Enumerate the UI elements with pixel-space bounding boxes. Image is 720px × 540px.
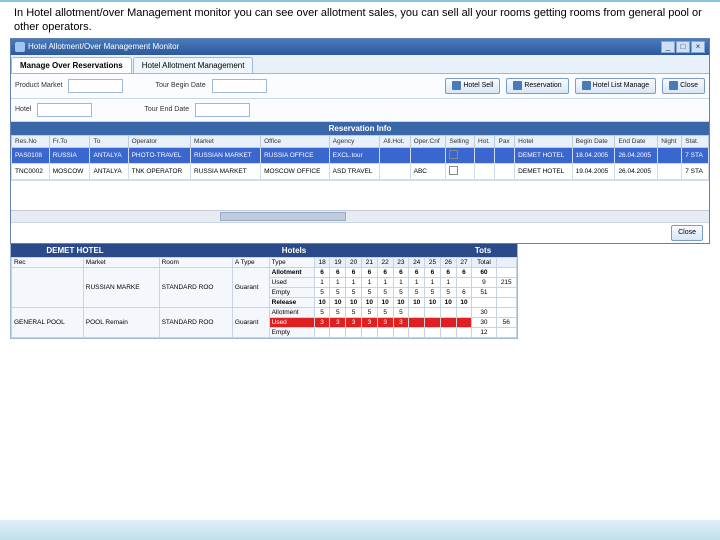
reservation-button[interactable]: Reservation	[506, 78, 568, 94]
res-cell[interactable]	[380, 163, 410, 179]
res-col[interactable]: Selling	[446, 135, 475, 147]
res-cell[interactable]: ANTALYA	[90, 147, 128, 163]
res-col[interactable]: Agency	[329, 135, 380, 147]
slide-footer	[0, 520, 720, 540]
window-buttons: _ □ ×	[661, 41, 705, 53]
res-cell[interactable]: TNC0002	[12, 163, 50, 179]
res-cell[interactable]	[446, 147, 475, 163]
input-tour-begin[interactable]	[212, 79, 267, 93]
res-cell[interactable]	[658, 147, 682, 163]
res-cell[interactable]: RUSSIA OFFICE	[261, 147, 330, 163]
res-cell[interactable]	[380, 147, 410, 163]
hotel-name-label: DEMET HOTEL	[15, 246, 135, 255]
res-col[interactable]: Hot.	[475, 135, 495, 147]
res-cell[interactable]: ANTALYA	[90, 163, 128, 179]
label-tour-begin: Tour Begin Date	[155, 82, 205, 89]
footer-bar: Close	[11, 222, 709, 243]
h-scrollbar[interactable]	[11, 210, 709, 222]
res-cell[interactable]	[410, 147, 446, 163]
label-tour-end: Tour End Date	[144, 106, 189, 113]
reservation-info-header: Reservation Info	[11, 122, 709, 135]
res-cell[interactable]: MOSCOW OFFICE	[261, 163, 330, 179]
res-cell[interactable]: TNK OPERATOR	[128, 163, 190, 179]
maximize-button[interactable]: □	[676, 41, 690, 53]
sell-icon	[452, 81, 461, 90]
res-cell[interactable]: 19.04.2005	[572, 163, 615, 179]
close-button[interactable]: ×	[691, 41, 705, 53]
res-cell[interactable]	[446, 163, 475, 179]
res-cell[interactable]: 18.04.2005	[572, 147, 615, 163]
input-tour-end[interactable]	[195, 103, 250, 117]
res-col[interactable]: Fr.To	[49, 135, 90, 147]
res-col[interactable]: Night	[658, 135, 682, 147]
label-hotel: Hotel	[15, 106, 31, 113]
res-cell[interactable]: RUSSIA	[49, 147, 90, 163]
res-col[interactable]: Office	[261, 135, 330, 147]
close-bottom-button[interactable]: Close	[671, 225, 703, 241]
hotels-label: Hotels	[135, 246, 453, 255]
input-hotel[interactable]	[37, 103, 92, 117]
res-col[interactable]: End Date	[615, 135, 658, 147]
input-product-market[interactable]	[68, 79, 123, 93]
res-cell[interactable]: DEMET HOTEL	[515, 147, 572, 163]
res-col[interactable]: Pax	[495, 135, 515, 147]
list-icon	[582, 81, 591, 90]
res-col[interactable]: Res.No	[12, 135, 50, 147]
tab-hotel-allotment[interactable]: Hotel Allotment Management	[133, 57, 254, 73]
minimize-button[interactable]: _	[661, 41, 675, 53]
titlebar: Hotel Allotment/Over Management Monitor …	[11, 39, 709, 55]
res-cell[interactable]: 26.04.2005	[615, 163, 658, 179]
filter-bar: Product Market Tour Begin Date Hotel Sel…	[11, 74, 709, 99]
slide-caption: In Hotel allotment/over Management monit…	[0, 0, 720, 38]
app-icon	[15, 42, 25, 52]
res-cell[interactable]	[475, 163, 495, 179]
label-product-market: Product Market	[15, 82, 62, 89]
tots-label: Tots	[453, 246, 513, 255]
hotel-list-manage-button[interactable]: Hotel List Manage	[575, 78, 656, 94]
res-col[interactable]: All.Hot.	[380, 135, 410, 147]
res-cell[interactable]	[495, 163, 515, 179]
tab-manage-over[interactable]: Manage Over Reservations	[11, 57, 132, 73]
res-cell[interactable]: RUSSIAN MARKET	[190, 147, 260, 163]
scrollbar-thumb[interactable]	[220, 212, 346, 221]
res-cell[interactable]: 7 STA	[682, 163, 709, 179]
res-cell[interactable]: RUSSIA MARKET	[190, 163, 260, 179]
reservation-icon	[513, 81, 522, 90]
app-window: Hotel Allotment/Over Management Monitor …	[10, 38, 710, 244]
allotment-panel: DEMET HOTEL Hotels Tots RecMarketRoomA T…	[10, 244, 518, 339]
res-col[interactable]: Stat.	[682, 135, 709, 147]
close-icon	[669, 81, 678, 90]
res-cell[interactable]: DEMET HOTEL	[515, 163, 572, 179]
res-cell[interactable]: 26.04.2005	[615, 147, 658, 163]
window-title: Hotel Allotment/Over Management Monitor	[28, 42, 179, 51]
res-cell[interactable]	[475, 147, 495, 163]
res-col[interactable]: Begin Date	[572, 135, 615, 147]
allotment-grid[interactable]: RecMarketRoomA TypeType18192021222324252…	[11, 257, 517, 338]
allotment-header: DEMET HOTEL Hotels Tots	[11, 244, 517, 257]
res-cell[interactable]: MOSCOW	[49, 163, 90, 179]
res-col[interactable]: Operator	[128, 135, 190, 147]
reservation-grid[interactable]: Res.NoFr.ToToOperatorMarketOfficeAgencyA…	[11, 135, 709, 180]
hotel-sell-button[interactable]: Hotel Sell	[445, 78, 500, 94]
tabbar: Manage Over Reservations Hotel Allotment…	[11, 55, 709, 74]
close-panel-button[interactable]: Close	[662, 78, 705, 94]
res-col[interactable]: Hotel	[515, 135, 572, 147]
res-col[interactable]: To	[90, 135, 128, 147]
res-cell[interactable]: PHOTO-TRAVEL	[128, 147, 190, 163]
res-cell[interactable]: 7 STA	[682, 147, 709, 163]
res-cell[interactable]	[658, 163, 682, 179]
res-cell[interactable]: ASD TRAVEL	[329, 163, 380, 179]
slide-accent	[0, 0, 720, 2]
filter-bar-2: Hotel Tour End Date	[11, 99, 709, 122]
res-col[interactable]: Market	[190, 135, 260, 147]
res-cell[interactable]: PAS0108	[12, 147, 50, 163]
res-cell[interactable]: ABC	[410, 163, 446, 179]
res-col[interactable]: Oper.Cnf	[410, 135, 446, 147]
res-cell[interactable]	[495, 147, 515, 163]
res-cell[interactable]: EXCL.tour	[329, 147, 380, 163]
